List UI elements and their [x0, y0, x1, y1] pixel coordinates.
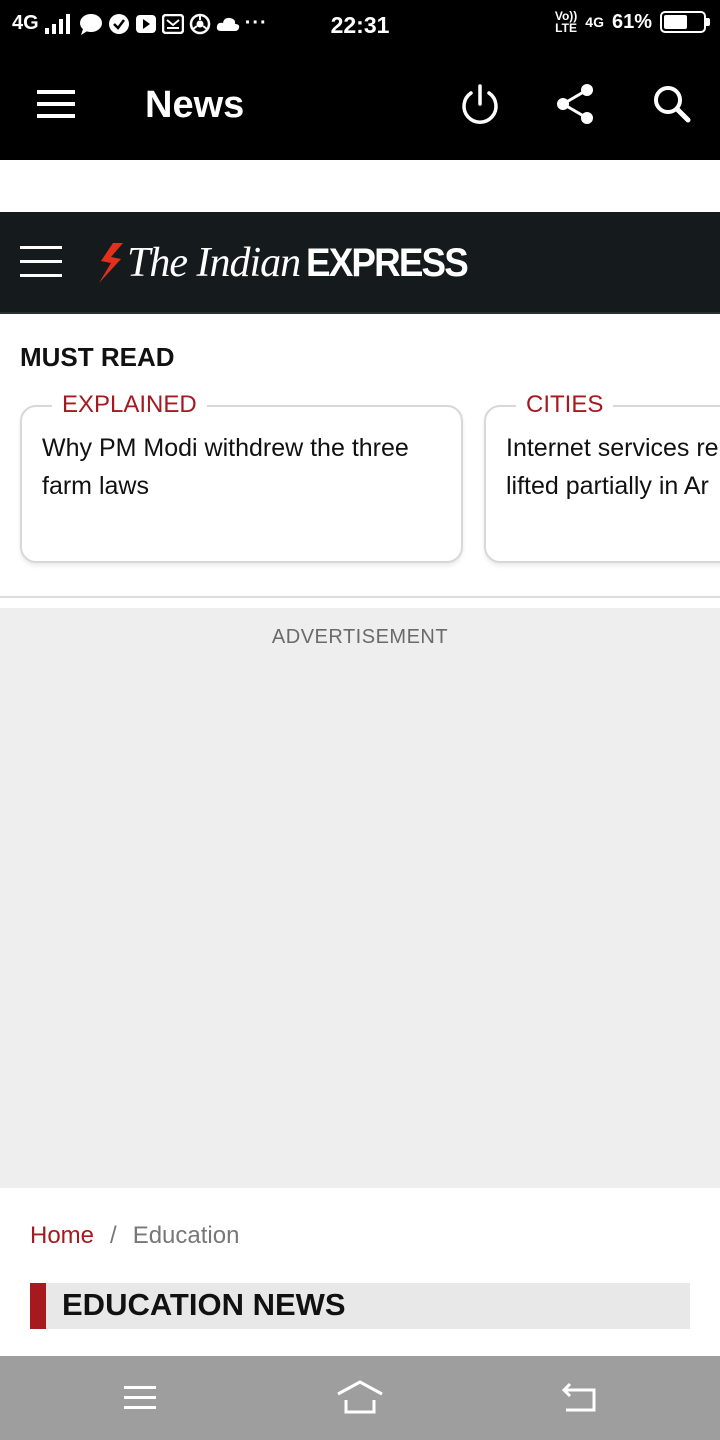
site-menu-button[interactable]	[20, 246, 62, 278]
card-headline-line: Internet services re	[506, 434, 719, 462]
card-category[interactable]: CITIES	[516, 391, 614, 419]
advertisement-label: ADVERTISEMENT	[271, 626, 449, 648]
card-category[interactable]: EXPLAINED	[52, 391, 207, 419]
menu-icon	[124, 1386, 156, 1409]
network-right-label: 4G	[585, 14, 604, 30]
search-icon	[654, 86, 691, 123]
section-accent	[30, 1283, 46, 1329]
must-read-card[interactable]: EXPLAINED Why PM Modi withdrew the three…	[20, 391, 463, 563]
must-read-section: MUST READ EXPLAINED Why PM Modi withdrew…	[0, 314, 720, 598]
card-headline-line: farm laws	[42, 472, 149, 500]
card-headline[interactable]: Why PM Modi withdrew the three farm laws	[42, 429, 441, 505]
section-title-bar: EDUCATION NEWS	[30, 1283, 690, 1329]
card-headline-line: Why PM Modi withdrew the three	[42, 434, 409, 462]
spacer-strip	[0, 160, 720, 212]
breadcrumb: Home / Education	[30, 1222, 239, 1250]
power-icon	[462, 84, 498, 124]
volte-indicator: Vo)) LTE	[555, 10, 577, 34]
nav-home-button[interactable]	[336, 1378, 384, 1418]
section-divider	[0, 596, 720, 598]
search-button[interactable]	[648, 80, 696, 128]
breadcrumb-separator: /	[110, 1222, 117, 1249]
logo-the-indian: The Indian	[127, 240, 301, 286]
app-bar: News	[0, 50, 720, 160]
battery-fill	[664, 15, 687, 29]
share-button[interactable]	[552, 80, 600, 128]
back-icon	[561, 1382, 596, 1412]
share-icon	[557, 84, 593, 124]
nav-menu-button[interactable]	[116, 1378, 164, 1418]
system-nav-bar	[0, 1356, 720, 1440]
nav-back-button[interactable]	[556, 1378, 604, 1418]
status-right: Vo)) LTE 4G 61%	[555, 10, 710, 34]
breadcrumb-current: Education	[132, 1222, 240, 1249]
status-bar: 4G ··· 22:31 Vo)) LTE 4G 61%	[0, 0, 720, 50]
battery-icon	[660, 11, 710, 33]
app-title: News	[145, 84, 245, 126]
site-header: The Indian EXPRESS	[0, 212, 720, 314]
site-logo[interactable]: The Indian EXPRESS	[95, 238, 481, 288]
logo-express: EXPRESS	[306, 240, 469, 285]
logo-flame-icon	[99, 243, 123, 283]
home-icon	[337, 1380, 383, 1414]
section-title: EDUCATION NEWS	[62, 1287, 346, 1322]
power-button[interactable]	[456, 80, 504, 128]
volte-bottom: LTE	[555, 21, 577, 35]
advertisement-block[interactable]: ADVERTISEMENT	[0, 608, 720, 1188]
must-read-card[interactable]: CITIES Internet services re lifted parti…	[484, 391, 720, 563]
breadcrumb-home-link[interactable]: Home	[30, 1222, 94, 1250]
hamburger-menu-button[interactable]	[37, 90, 75, 118]
must-read-title: MUST READ	[20, 342, 175, 372]
card-headline[interactable]: Internet services re lifted partially in…	[506, 429, 720, 505]
battery-percent: 61%	[611, 10, 652, 33]
card-headline-line: lifted partially in Ar	[506, 472, 709, 500]
